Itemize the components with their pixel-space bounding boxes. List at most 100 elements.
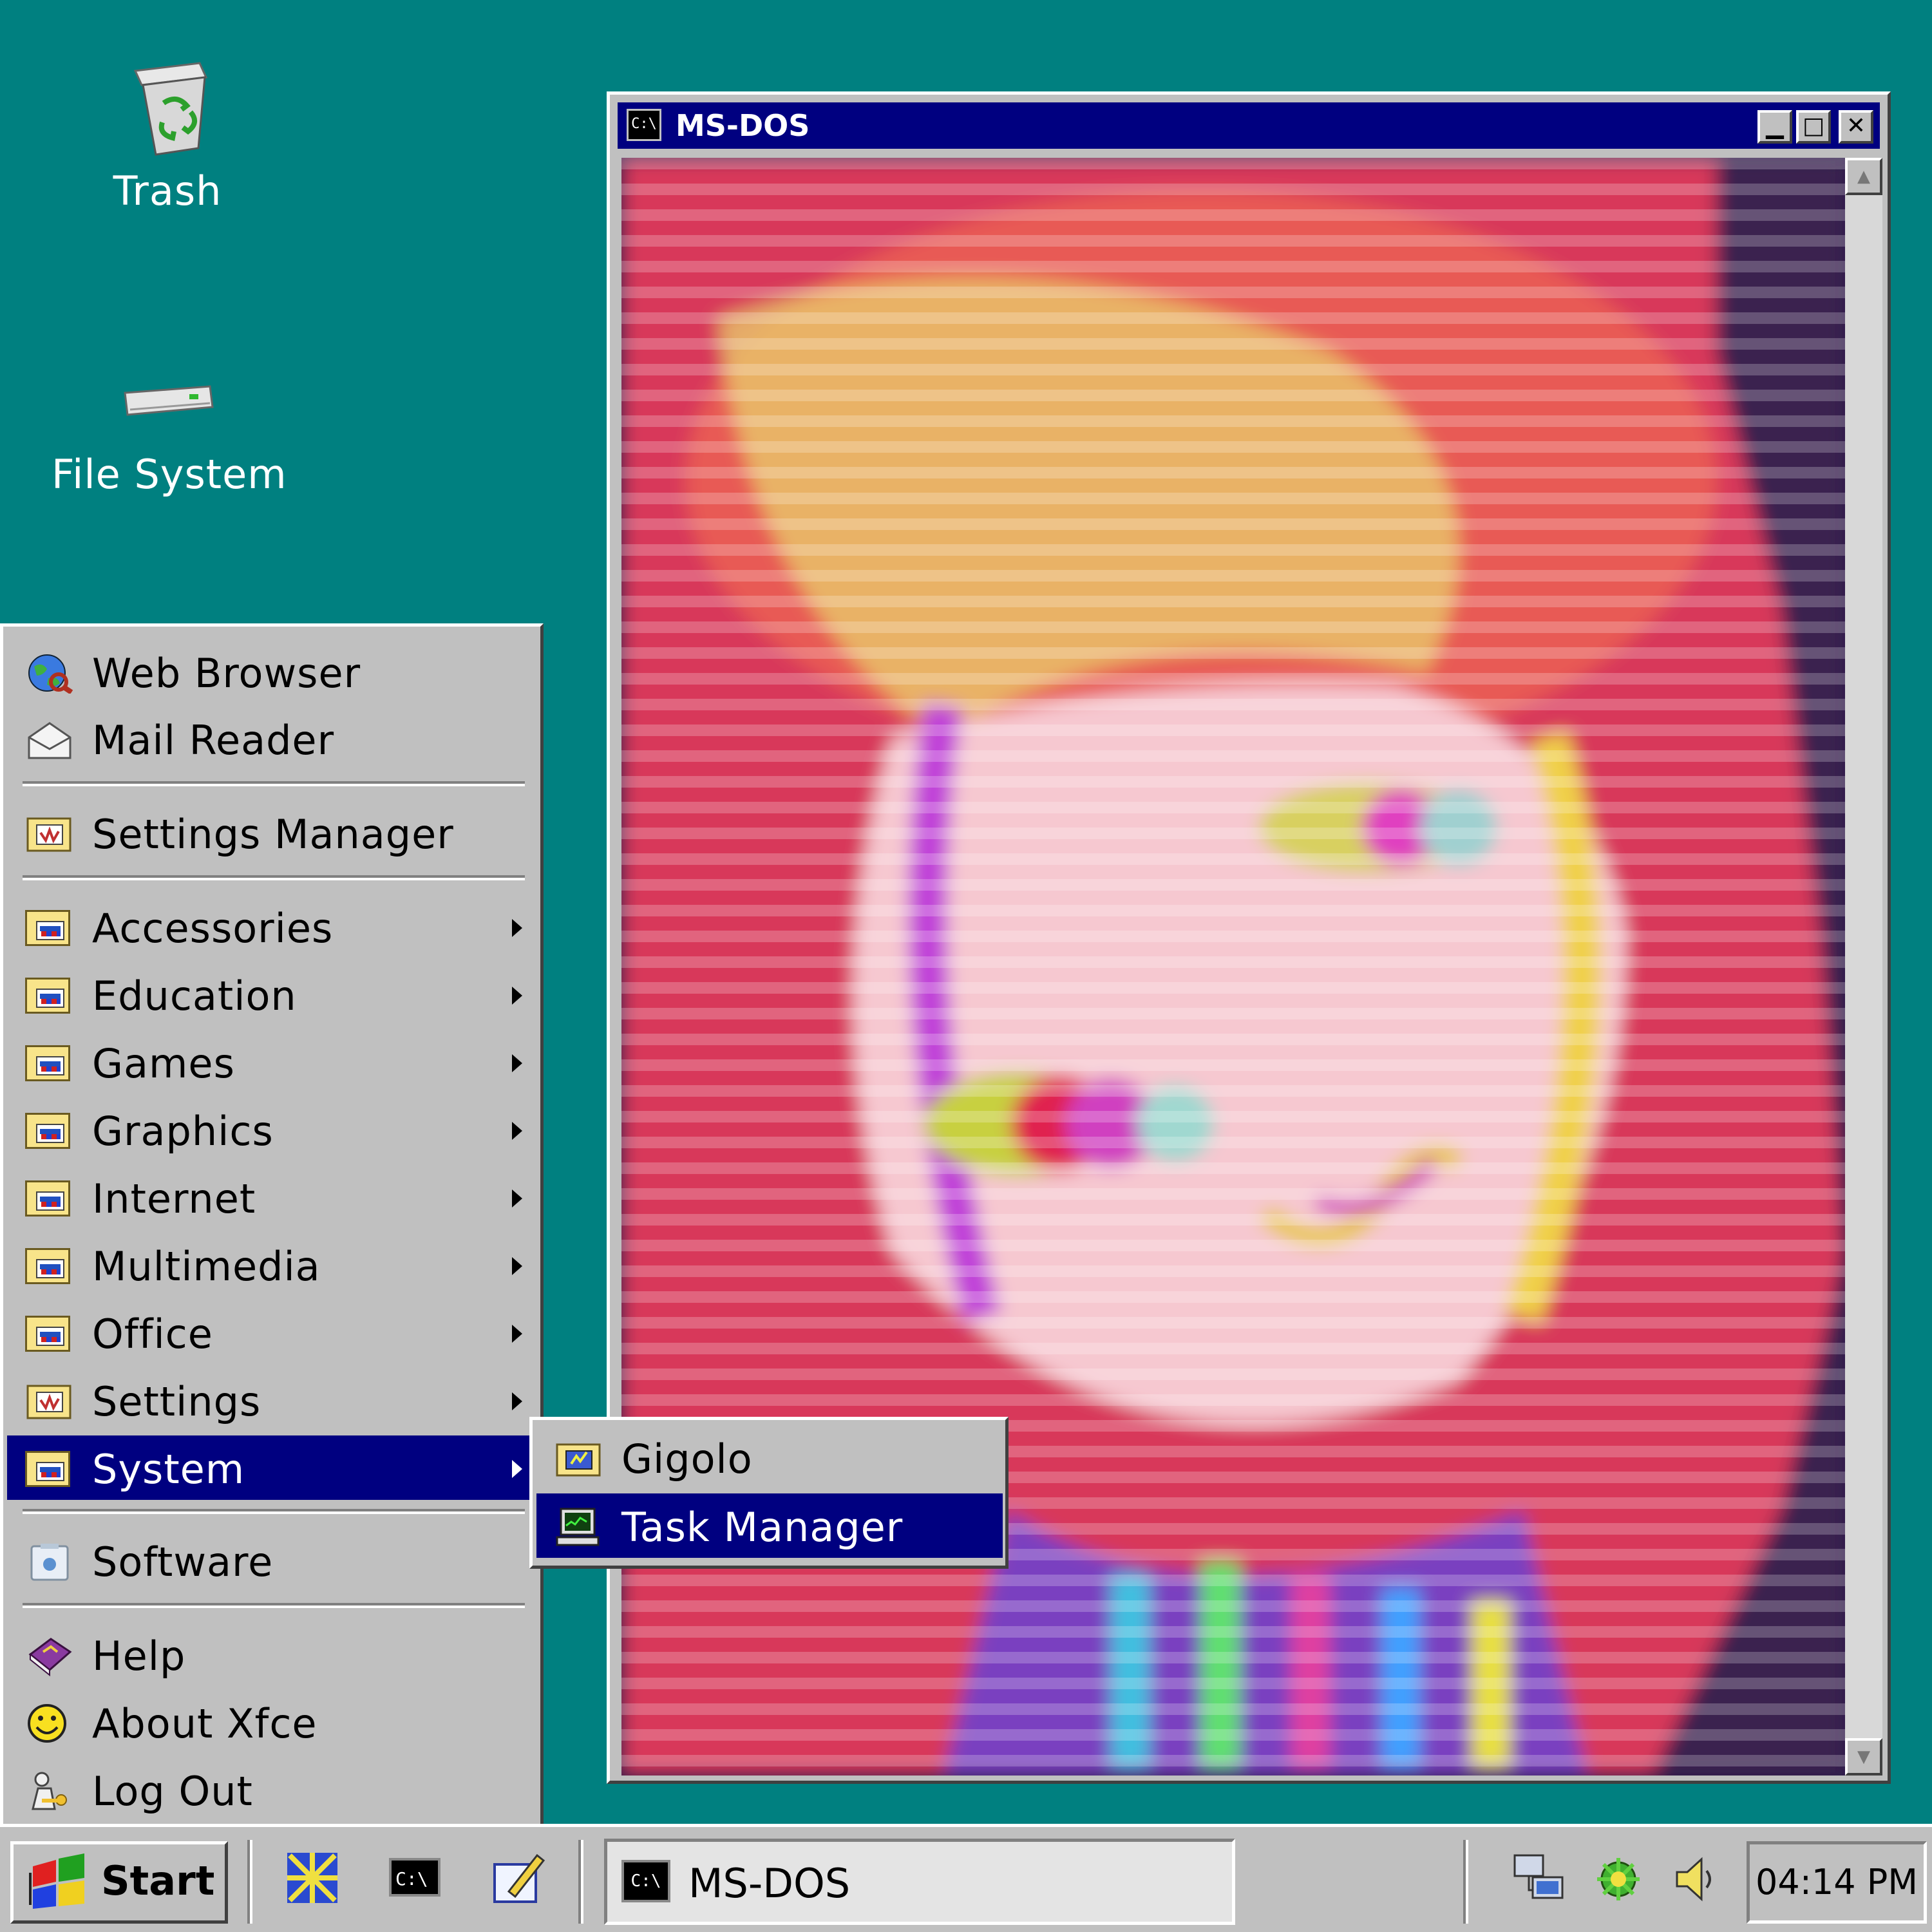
folder-icon: [25, 1110, 74, 1151]
taskbar: Start C:\ C:\ MS-DOS 04:14 PM: [0, 1824, 1932, 1932]
clock[interactable]: 04:14 PM: [1747, 1841, 1927, 1924]
start-button[interactable]: Start: [10, 1841, 228, 1924]
desktop-icon-trash[interactable]: Trash: [64, 52, 270, 214]
menu-item-label: Accessories: [92, 905, 334, 952]
terminal-icon: C:\: [627, 109, 661, 141]
folder-icon: [25, 975, 74, 1016]
menu-item-label: Education: [92, 972, 297, 1019]
submenu-item-gigolo[interactable]: Gigolo: [536, 1425, 1003, 1490]
menu-item-label: Internet: [92, 1175, 256, 1222]
menu-item-internet[interactable]: Internet: [7, 1165, 536, 1229]
menu-item-settings[interactable]: Settings: [7, 1368, 536, 1432]
menu-item-education[interactable]: Education: [7, 962, 536, 1027]
minimize-button[interactable]: ▁: [1757, 110, 1792, 144]
volume-icon[interactable]: [1668, 1852, 1723, 1907]
text-editor-icon[interactable]: [489, 1849, 547, 1907]
taskbar-task-ms-dos[interactable]: C:\ MS-DOS: [604, 1839, 1235, 1925]
desktop-icon-file-system[interactable]: File System: [52, 361, 287, 498]
menu-item-graphics[interactable]: Graphics: [7, 1097, 536, 1162]
folder-icon: [25, 1313, 74, 1354]
help-book-icon: [28, 1638, 72, 1676]
xfce-start-icon: [29, 1853, 84, 1909]
web-browser-icon: [28, 654, 73, 694]
menu-item-web-browser[interactable]: Web Browser: [7, 639, 536, 704]
menu-separator: [23, 1509, 525, 1514]
submenu-arrow-icon: [512, 1122, 522, 1140]
submenu-arrow-icon: [512, 1189, 522, 1208]
menu-separator: [23, 875, 525, 880]
menu-item-label: Log Out: [92, 1768, 253, 1815]
folder-icon: [25, 907, 74, 949]
menu-item-software[interactable]: Software: [7, 1528, 536, 1593]
menu-item-label: Gigolo: [621, 1435, 753, 1482]
taskbar-separator: [1463, 1840, 1468, 1924]
menu-item-log-out[interactable]: Log Out: [7, 1757, 536, 1822]
menu-item-label: System: [92, 1446, 245, 1493]
software-icon: [30, 1544, 69, 1581]
task-label: MS-DOS: [688, 1860, 851, 1907]
menu-item-settings-manager[interactable]: Settings Manager: [7, 800, 536, 865]
submenu-arrow-icon: [512, 987, 522, 1005]
menu-item-accessories[interactable]: Accessories: [7, 895, 536, 959]
menu-item-office[interactable]: Office: [7, 1300, 536, 1365]
menu-separator: [23, 1603, 525, 1608]
system-tool-icon[interactable]: [283, 1849, 341, 1907]
settings-manager-icon: [26, 817, 71, 852]
menu-item-label: Help: [92, 1633, 186, 1680]
menu-item-label: Settings: [92, 1378, 261, 1425]
taskbar-separator: [247, 1840, 252, 1924]
vertical-scrollbar[interactable]: ▲ ▼: [1845, 158, 1882, 1776]
scroll-up-button[interactable]: ▲: [1845, 158, 1882, 195]
folder-icon: [25, 1043, 74, 1084]
window-title-bar[interactable]: C:\ MS-DOS ▁ □ ✕: [618, 102, 1880, 149]
task-manager-icon: [556, 1508, 600, 1546]
menu-item-label: Games: [92, 1040, 235, 1087]
menu-item-system[interactable]: System: [7, 1435, 536, 1500]
system-submenu[interactable]: Gigolo Task Manager: [529, 1417, 1009, 1569]
start-label: Start: [101, 1857, 215, 1904]
menu-item-label: Mail Reader: [92, 717, 335, 764]
submenu-arrow-icon: [512, 919, 522, 937]
trash-icon: [133, 62, 208, 156]
smiley-icon: [28, 1704, 66, 1743]
menu-item-label: Multimedia: [92, 1243, 321, 1290]
menu-item-about-xfce[interactable]: About Xfce: [7, 1690, 536, 1754]
scroll-down-button[interactable]: ▼: [1845, 1738, 1882, 1776]
menu-item-label: Settings Manager: [92, 811, 454, 858]
menu-item-multimedia[interactable]: Multimedia: [7, 1233, 536, 1297]
menu-item-label: Software: [92, 1539, 274, 1586]
trash-label: Trash: [113, 167, 222, 214]
menu-item-label: Task Manager: [621, 1504, 904, 1551]
submenu-arrow-icon: [512, 1325, 522, 1343]
menu-item-label: Web Browser: [92, 650, 361, 697]
gigolo-icon: [556, 1443, 601, 1477]
menu-separator: [23, 781, 525, 786]
menu-item-help[interactable]: Help: [7, 1622, 536, 1687]
mail-icon: [28, 722, 71, 759]
settings-folder-icon: [26, 1385, 71, 1419]
menu-item-label: About Xfce: [92, 1700, 317, 1747]
submenu-arrow-icon: [512, 1460, 522, 1478]
submenu-arrow-icon: [512, 1257, 522, 1275]
folder-icon: [25, 1448, 74, 1490]
file-system-label: File System: [52, 451, 287, 498]
submenu-item-task-manager[interactable]: Task Manager: [536, 1493, 1003, 1558]
maximize-button[interactable]: □: [1796, 110, 1831, 144]
folder-icon: [25, 1178, 74, 1219]
folder-icon: [25, 1245, 74, 1287]
menu-item-label: Graphics: [92, 1108, 274, 1155]
close-button[interactable]: ✕: [1839, 110, 1873, 144]
terminal-icon[interactable]: C:\: [386, 1849, 444, 1907]
start-menu[interactable]: Web Browser Mail Reader Settings Manager…: [0, 623, 544, 1828]
submenu-arrow-icon: [512, 1054, 522, 1072]
window-title: MS-DOS: [676, 108, 810, 143]
terminal-icon: C:\: [621, 1860, 670, 1902]
svg-text:C:\: C:\: [395, 1868, 428, 1889]
menu-item-games[interactable]: Games: [7, 1030, 536, 1094]
menu-item-mail-reader[interactable]: Mail Reader: [7, 706, 536, 771]
taskbar-separator: [578, 1840, 583, 1924]
file-system-icon: [124, 385, 214, 416]
log-out-icon: [32, 1772, 67, 1810]
update-notifier-icon[interactable]: [1591, 1852, 1646, 1907]
network-icon[interactable]: [1511, 1852, 1566, 1907]
